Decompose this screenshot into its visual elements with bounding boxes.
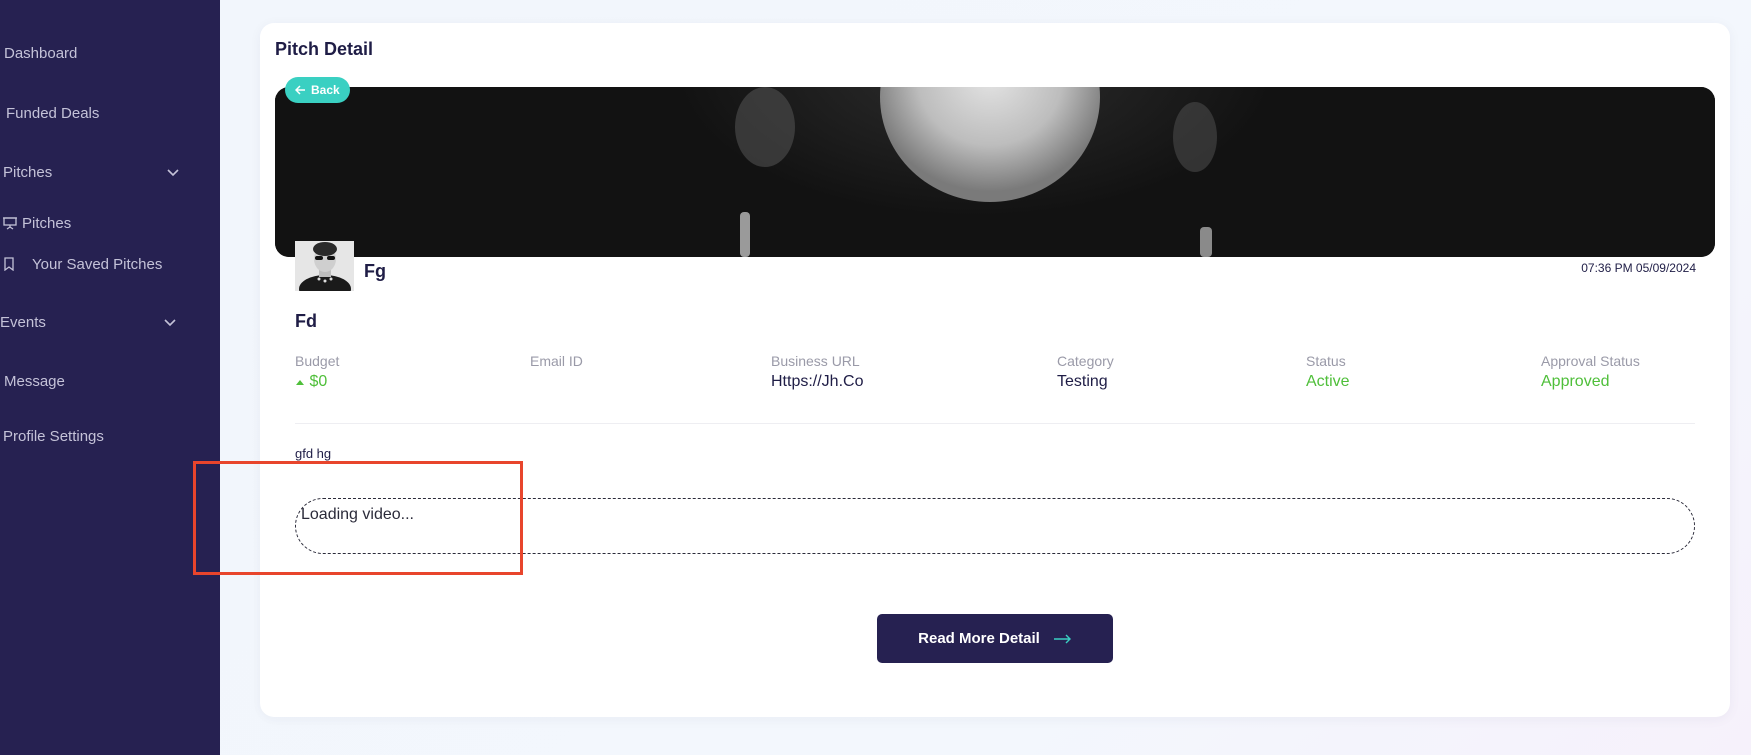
status-value: Active xyxy=(1306,373,1350,390)
business-url-link[interactable]: Https://Jh.Co xyxy=(771,373,863,391)
sidebar-item-saved-pitches[interactable]: Your Saved Pitches xyxy=(3,249,162,279)
approval-status-value: Approved xyxy=(1541,373,1610,390)
sidebar-item-pitches-group[interactable]: Pitches xyxy=(3,157,183,187)
field-status: Status Active xyxy=(1306,353,1350,391)
field-business-url: Business URL Https://Jh.Co xyxy=(771,353,863,391)
budget-value: $0 xyxy=(309,373,328,390)
sidebar-item-label: Profile Settings xyxy=(3,427,104,445)
sidebar-item-dashboard[interactable]: Dashboard xyxy=(4,38,77,68)
field-label: Approval Status xyxy=(1541,353,1640,369)
sidebar-item-events-group[interactable]: Events xyxy=(0,307,183,337)
banner-photo xyxy=(275,87,1715,257)
sidebar: Dashboard Funded Deals Pitches Pitches Y… xyxy=(0,0,220,755)
chevron-down-icon xyxy=(164,319,176,327)
sidebar-item-label: Message xyxy=(4,372,65,390)
field-category: Category Testing xyxy=(1057,353,1114,391)
field-email: Email ID xyxy=(530,353,583,373)
avatar-photo xyxy=(295,241,354,291)
field-value: $0 xyxy=(295,373,339,391)
sidebar-item-label: Events xyxy=(0,313,46,331)
pitch-title: Fd xyxy=(295,311,317,331)
pitch-detail-card: Pitch Detail Back Fg 07:36 PM 05/09/2024… xyxy=(260,23,1730,717)
sidebar-item-pitches[interactable]: Pitches xyxy=(3,208,71,238)
sidebar-item-label: Pitches xyxy=(3,163,53,181)
sidebar-item-profile-settings[interactable]: Profile Settings xyxy=(3,421,104,451)
divider xyxy=(295,423,1695,424)
owner-avatar xyxy=(295,241,354,291)
sidebar-item-label: Funded Deals xyxy=(6,104,100,122)
sidebar-item-funded-deals[interactable]: Funded Deals xyxy=(6,98,99,128)
pitch-timestamp: 07:36 PM 05/09/2024 xyxy=(1581,261,1696,275)
back-button[interactable]: Back xyxy=(285,77,350,103)
presentation-icon xyxy=(3,217,17,230)
field-label: Category xyxy=(1057,353,1114,369)
field-label: Email ID xyxy=(530,353,583,369)
pitch-description: gfd hg xyxy=(295,446,332,461)
chevron-down-icon xyxy=(167,169,179,177)
field-approval-status: Approval Status Approved xyxy=(1541,353,1640,391)
sidebar-item-label: Your Saved Pitches xyxy=(32,255,163,273)
owner-name: Fg xyxy=(364,261,386,281)
pitch-banner-image xyxy=(275,87,1715,257)
arrow-left-icon xyxy=(295,85,305,95)
back-button-label: Back xyxy=(311,83,340,97)
sidebar-item-label: Dashboard xyxy=(4,44,78,62)
field-value: Testing xyxy=(1057,373,1108,390)
bookmark-icon xyxy=(4,257,14,271)
field-label: Budget xyxy=(295,353,340,369)
read-more-label: Read More Detail xyxy=(918,630,1040,647)
field-budget: Budget $0 xyxy=(295,353,339,391)
read-more-detail-button[interactable]: Read More Detail xyxy=(877,614,1113,663)
video-player-placeholder: Loading video... xyxy=(295,498,1695,554)
video-loading-text: Loading video... xyxy=(301,506,414,523)
sidebar-item-label: Pitches xyxy=(22,214,72,232)
sidebar-item-message[interactable]: Message xyxy=(4,366,65,396)
page-title: Pitch Detail xyxy=(275,39,374,59)
arrow-right-icon xyxy=(1053,634,1071,643)
field-label: Business URL xyxy=(771,353,860,369)
field-label: Status xyxy=(1306,353,1346,369)
caret-up-icon xyxy=(296,380,304,385)
